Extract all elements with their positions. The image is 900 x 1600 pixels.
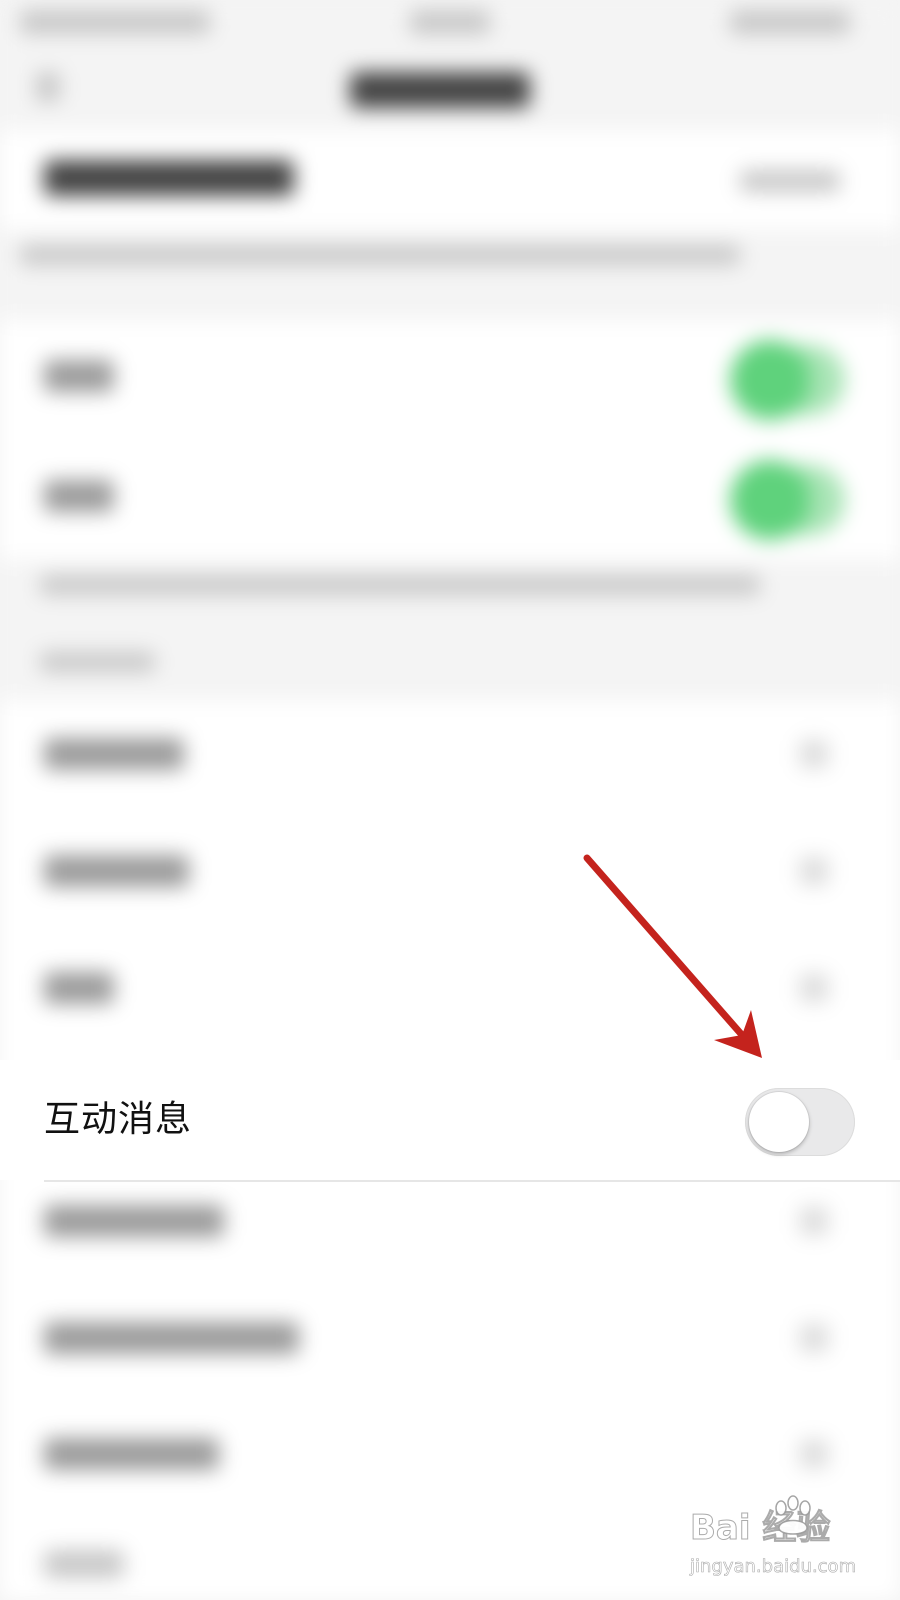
arrow-shaft bbox=[583, 854, 746, 1039]
paw-icon bbox=[775, 1495, 811, 1535]
watermark-url: jingyan.baidu.com bbox=[690, 1556, 857, 1578]
annotation-arrow-icon bbox=[583, 854, 762, 1058]
baidu-watermark: Bai 经验 jingyan.baidu.com bbox=[689, 1495, 890, 1590]
